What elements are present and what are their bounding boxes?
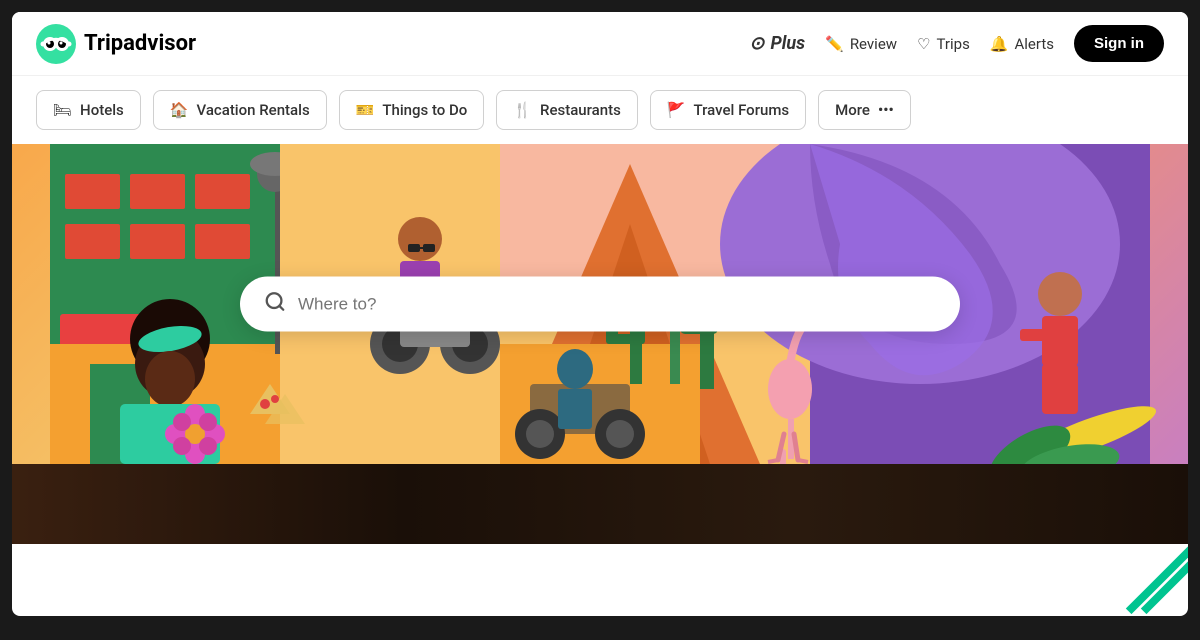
tab-travel-forums-label: Travel Forums [694, 101, 790, 119]
search-bar[interactable] [240, 277, 960, 332]
tab-restaurants-label: Restaurants [540, 101, 621, 119]
nav-alerts-label: Alerts [1015, 35, 1055, 53]
tab-restaurants[interactable]: 🍴 Restaurants [496, 90, 638, 130]
vacation-rentals-icon: 🏠 [170, 101, 189, 119]
logo[interactable]: Tripadvisor [36, 24, 196, 64]
ellipsis-icon: ••• [878, 101, 894, 119]
header: Tripadvisor ⊙ Plus ✏️ Review ♡ Trips 🔔 A… [12, 12, 1188, 76]
tripadvisor-logo-icon [36, 24, 76, 64]
hero-section [12, 144, 1188, 464]
hotels-icon: 🛏 [53, 101, 72, 119]
nav-plus-label: Plus [770, 33, 805, 54]
search-container [240, 277, 960, 332]
more-label: More [835, 101, 870, 119]
nav-review-label: Review [850, 35, 897, 53]
tab-more[interactable]: More ••• [818, 90, 911, 130]
nav-plus[interactable]: ⊙ Plus [749, 33, 805, 54]
heart-icon: ♡ [917, 35, 930, 53]
logo-text: Tripadvisor [84, 31, 196, 56]
tab-vacation-rentals[interactable]: 🏠 Vacation Rentals [153, 90, 327, 130]
tab-travel-forums[interactable]: 🚩 Travel Forums [650, 90, 806, 130]
nav-alerts[interactable]: 🔔 Alerts [990, 35, 1054, 53]
tab-hotels[interactable]: 🛏 Hotels [36, 90, 141, 130]
nav-review[interactable]: ✏️ Review [825, 35, 897, 53]
tab-vacation-rentals-label: Vacation Rentals [196, 101, 309, 119]
bottom-preview-bg [12, 464, 1188, 544]
flag-icon: 🚩 [667, 101, 686, 119]
fork-knife-icon: 🍴 [513, 101, 532, 119]
category-tabs: 🛏 Hotels 🏠 Vacation Rentals 🎫 Things to … [12, 76, 1188, 144]
plus-icon: ⊙ [749, 33, 764, 54]
header-nav: ⊙ Plus ✏️ Review ♡ Trips 🔔 Alerts Sign i… [749, 25, 1164, 62]
search-input[interactable] [298, 294, 936, 314]
pencil-icon: ✏️ [825, 35, 844, 53]
bell-icon: 🔔 [990, 35, 1009, 53]
nav-trips-label: Trips [937, 35, 970, 53]
tab-things-to-do[interactable]: 🎫 Things to Do [339, 90, 485, 130]
bottom-preview [12, 464, 1188, 544]
tab-hotels-label: Hotels [80, 101, 124, 119]
corner-decoration [1108, 536, 1188, 616]
ticket-icon: 🎫 [356, 101, 375, 119]
sign-in-button[interactable]: Sign in [1074, 25, 1164, 62]
search-icon [264, 291, 286, 318]
nav-trips[interactable]: ♡ Trips [917, 35, 970, 53]
tab-things-to-do-label: Things to Do [382, 101, 467, 119]
